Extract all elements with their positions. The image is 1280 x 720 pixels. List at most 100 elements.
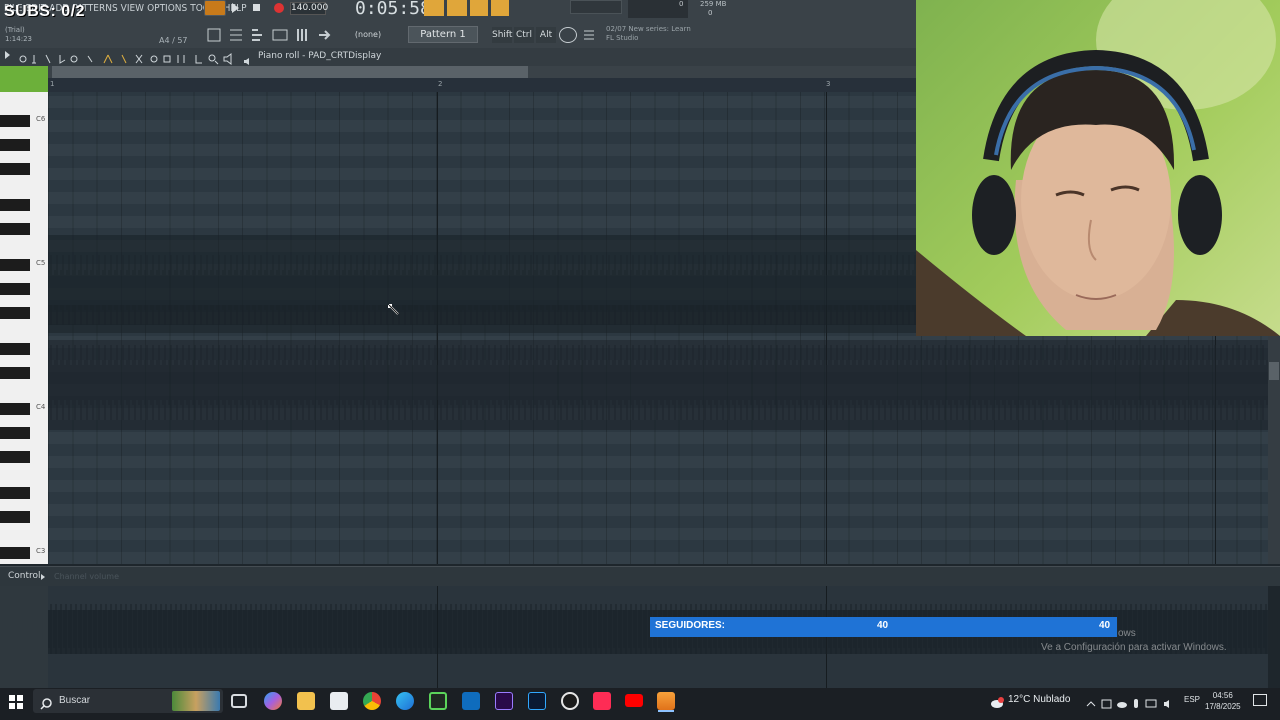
view-channel-rack-icon[interactable]: [270, 26, 290, 44]
youtube-icon[interactable]: [625, 694, 643, 707]
trial-info: (Trial) 1:14:23: [5, 26, 32, 44]
black-key[interactable]: [0, 115, 30, 127]
black-key[interactable]: [0, 223, 30, 235]
ruler-bar-1: 1: [50, 80, 55, 88]
fl-studio-icon[interactable]: [657, 692, 675, 710]
news-date: 02/07: [606, 25, 627, 33]
speaker-icon[interactable]: [243, 51, 253, 65]
ruler-bar-3: 3: [826, 80, 831, 88]
chrome-icon[interactable]: [363, 692, 381, 710]
song-time: 0:05:58: [355, 0, 431, 19]
black-key[interactable]: [0, 487, 30, 499]
weather-temp: 12°C: [1008, 694, 1031, 705]
black-key[interactable]: [0, 403, 30, 415]
clock-date: 17/8/2025: [1205, 702, 1241, 711]
menu-view[interactable]: VIEW: [121, 3, 144, 14]
black-key[interactable]: [0, 451, 30, 463]
app-icon[interactable]: [429, 692, 447, 710]
ctrl-key[interactable]: Ctrl: [514, 27, 534, 43]
view-piano-roll-icon[interactable]: [248, 26, 268, 44]
followers-goal: 40: [1099, 620, 1111, 631]
black-key[interactable]: [0, 199, 30, 211]
typing-keyboard-icon[interactable]: [559, 27, 577, 43]
menu-options[interactable]: OPTIONS: [147, 3, 187, 14]
system-tray[interactable]: [1086, 695, 1176, 709]
news-subtitle: FL Studio: [606, 34, 639, 42]
black-key[interactable]: [0, 283, 30, 295]
stop-icon[interactable]: [253, 4, 260, 11]
snap-icon[interactable]: [204, 26, 224, 44]
followers-label: SEGUIDORES:: [655, 620, 726, 631]
task-view-icon[interactable]: [231, 694, 247, 708]
play-icon[interactable]: [232, 3, 239, 13]
outlook-icon[interactable]: [462, 692, 480, 710]
black-key[interactable]: [0, 511, 30, 523]
snap-select[interactable]: (none): [345, 27, 391, 42]
black-key[interactable]: [0, 259, 30, 271]
cpu-top-value: 0: [679, 0, 684, 8]
alt-key[interactable]: Alt: [536, 27, 556, 43]
black-key[interactable]: [0, 547, 30, 559]
subs-counter: SUBS: 0/2: [4, 3, 85, 20]
view-playlist-icon[interactable]: [226, 26, 246, 44]
edge-icon[interactable]: [396, 692, 414, 710]
photoshop-icon[interactable]: [528, 692, 546, 710]
piano-keys: [0, 92, 48, 564]
black-key[interactable]: [0, 163, 30, 175]
scroll-thumb[interactable]: [52, 66, 528, 78]
loop-record-icon[interactable]: [470, 0, 488, 16]
pattern-selector[interactable]: Pattern 1: [408, 26, 478, 43]
control-target[interactable]: Channel volume: [54, 572, 119, 581]
search-placeholder: Buscar: [59, 695, 91, 706]
cpu-bottom-value: 0: [708, 9, 713, 17]
countdown-icon[interactable]: [447, 0, 467, 16]
control-arrow-icon[interactable]: [41, 574, 45, 580]
weather-desc: Nublado: [1033, 694, 1071, 705]
black-key[interactable]: [0, 427, 30, 439]
black-key[interactable]: [0, 139, 30, 151]
piano-roll-corner[interactable]: [0, 66, 48, 92]
record-icon[interactable]: [274, 3, 284, 13]
online-news-icon[interactable]: [582, 27, 596, 43]
search-highlight-image[interactable]: [172, 691, 220, 711]
control-left-panel: [0, 586, 48, 688]
weather-icon[interactable]: [988, 694, 1004, 708]
black-key[interactable]: [0, 307, 30, 319]
followers-current: 40: [877, 620, 889, 631]
copilot-icon[interactable]: [264, 692, 282, 710]
control-lane-header: [0, 566, 1280, 586]
shift-key[interactable]: Shift: [492, 27, 512, 43]
pencil-cursor-icon: [388, 301, 400, 315]
timeline-ruler[interactable]: [48, 78, 916, 92]
store-icon[interactable]: [330, 692, 348, 710]
windows-start-icon[interactable]: [9, 694, 23, 709]
taskbar-clock[interactable]: 04:56 17/8/2025: [1205, 690, 1241, 712]
piano-roll-tools: [18, 50, 238, 65]
vertical-scroll-thumb[interactable]: [1269, 362, 1279, 380]
file-explorer-icon[interactable]: [297, 692, 315, 710]
recording-tool-icon[interactable]: [424, 0, 444, 16]
menu-arrow-icon[interactable]: [5, 51, 10, 59]
view-mixer-icon[interactable]: [292, 26, 312, 44]
piano-roll-title[interactable]: Piano roll - PAD_CRTDisplay: [258, 51, 381, 61]
control-label[interactable]: Control: [8, 571, 41, 581]
weather-widget[interactable]: 12°C Nublado: [1008, 694, 1070, 705]
tiktok-icon[interactable]: [593, 692, 611, 710]
black-key[interactable]: [0, 343, 30, 355]
key-label-c4: C4: [36, 403, 46, 411]
black-key[interactable]: [0, 367, 30, 379]
metronome-icon[interactable]: [491, 0, 509, 16]
obs-icon[interactable]: [561, 692, 579, 710]
activation-watermark-text: Ve a Configuración para activar Windows.: [1041, 642, 1227, 653]
tempo-display[interactable]: 140.000: [290, 2, 328, 15]
news-title: New series: Learn: [628, 25, 691, 33]
news-panel[interactable]: 02/07 New series: Learn FL Studio: [606, 25, 691, 43]
search-icon: [40, 695, 52, 710]
arrow-right-icon[interactable]: [315, 26, 335, 44]
premiere-icon[interactable]: [495, 692, 513, 710]
notifications-icon[interactable]: [1253, 694, 1267, 706]
master-volume[interactable]: [570, 0, 622, 14]
ruler-bar-2: 2: [438, 80, 443, 88]
pattern-song-toggle[interactable]: [204, 0, 226, 16]
language-indicator[interactable]: ESP: [1184, 695, 1200, 704]
